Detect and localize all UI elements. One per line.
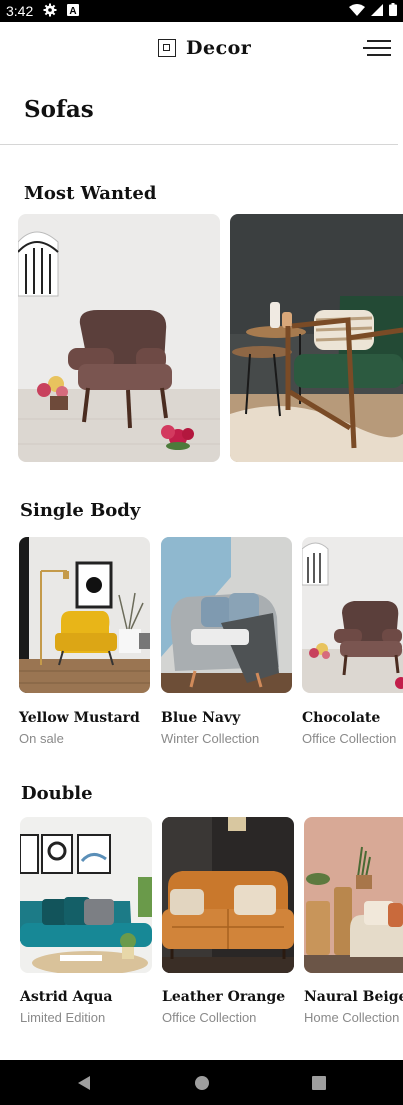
single-body-item-name: Yellow Mustard bbox=[19, 710, 140, 726]
wifi-icon bbox=[349, 3, 365, 19]
hamburger-menu-icon[interactable] bbox=[363, 40, 391, 58]
brown-armchair-image bbox=[18, 214, 220, 462]
single-body-item-name: Blue Navy bbox=[161, 710, 241, 726]
yellow-mustard-image bbox=[19, 537, 150, 693]
recents-icon[interactable] bbox=[289, 1060, 349, 1105]
single-body-item-subtitle: Office Collection bbox=[302, 731, 397, 746]
double-item-subtitle: Office Collection bbox=[162, 1010, 257, 1025]
blue-navy-image bbox=[161, 537, 292, 693]
most-wanted-card-1[interactable] bbox=[18, 214, 220, 462]
double-card-3[interactable] bbox=[304, 817, 403, 973]
decor-logo-icon bbox=[158, 39, 176, 57]
signal-icon bbox=[371, 3, 383, 19]
double-card-1[interactable] bbox=[20, 817, 152, 973]
divider bbox=[0, 144, 398, 145]
page-title: Sofas bbox=[24, 96, 94, 123]
single-body-item-name: Chocolate bbox=[302, 710, 381, 726]
natural-beige-image bbox=[304, 817, 403, 973]
green-armchair-image bbox=[230, 214, 403, 462]
double-item-subtitle: Home Collection bbox=[304, 1010, 400, 1025]
single-body-card-2[interactable] bbox=[161, 537, 292, 693]
most-wanted-card-2[interactable] bbox=[230, 214, 403, 462]
svg-text:A: A bbox=[70, 6, 77, 16]
double-item-name: Leather Orange bbox=[162, 989, 286, 1005]
single-body-item-subtitle: On sale bbox=[19, 731, 64, 746]
app-bar: Decor bbox=[0, 22, 403, 78]
status-bar: 3:42 A bbox=[0, 0, 403, 22]
gear-icon bbox=[43, 3, 57, 20]
single-body-card-1[interactable] bbox=[19, 537, 150, 693]
leather-orange-image bbox=[162, 817, 294, 973]
battery-icon bbox=[389, 3, 397, 19]
single-body-item-subtitle: Winter Collection bbox=[161, 731, 260, 746]
section-title-single-body: Single Body bbox=[20, 500, 141, 521]
double-item-name: Naural Beige bbox=[304, 989, 403, 1005]
chocolate-image bbox=[302, 537, 403, 693]
brand: Decor bbox=[158, 37, 251, 59]
status-time: 3:42 bbox=[6, 3, 34, 19]
single-body-card-3[interactable] bbox=[302, 537, 403, 693]
section-title-most-wanted: Most Wanted bbox=[24, 183, 157, 204]
section-title-double: Double bbox=[21, 783, 93, 804]
app-title: Decor bbox=[186, 37, 252, 59]
home-icon[interactable] bbox=[172, 1060, 232, 1105]
a-notification-icon: A bbox=[67, 3, 80, 19]
system-nav-bar bbox=[0, 1060, 403, 1105]
double-card-2[interactable] bbox=[162, 817, 294, 973]
astrid-aqua-image bbox=[20, 817, 152, 973]
back-icon[interactable] bbox=[54, 1060, 114, 1105]
double-item-subtitle: Limited Edition bbox=[20, 1010, 106, 1025]
double-item-name: Astrid Aqua bbox=[20, 989, 113, 1005]
